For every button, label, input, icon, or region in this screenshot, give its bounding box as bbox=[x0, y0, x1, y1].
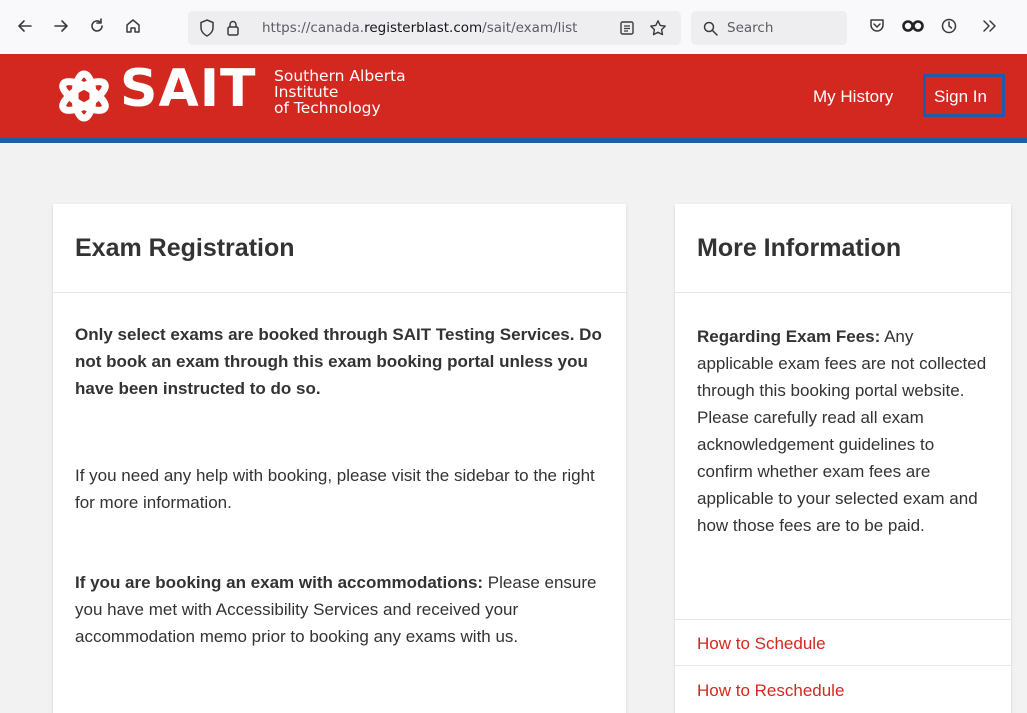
logo-subtitle-line: of Technology bbox=[274, 99, 381, 117]
card-divider bbox=[675, 665, 1011, 666]
accommodations-text: If you are booking an exam with accommod… bbox=[75, 569, 610, 650]
sign-in-link[interactable]: Sign In bbox=[934, 87, 987, 107]
help-text: If you need any help with booking, pleas… bbox=[75, 466, 595, 512]
url-text[interactable]: https://canada.registerblast.com/sait/ex… bbox=[262, 20, 577, 36]
how-to-schedule-link[interactable]: How to Schedule bbox=[697, 634, 826, 654]
site-header: SAIT Southern Alberta Institute of Techn… bbox=[0, 54, 1027, 143]
url-domain: registerblast.com bbox=[364, 20, 483, 36]
more-information-title: More Information bbox=[697, 234, 902, 262]
back-button[interactable] bbox=[10, 11, 40, 41]
url-path: /sait/exam/list bbox=[482, 20, 578, 36]
search-icon bbox=[702, 20, 718, 36]
extension-button[interactable] bbox=[898, 11, 928, 41]
bookmark-star-icon[interactable] bbox=[648, 18, 668, 38]
forward-arrow-icon bbox=[54, 20, 68, 32]
overflow-menu-button[interactable] bbox=[974, 11, 1004, 41]
card-divider bbox=[53, 292, 626, 293]
logo-subtitle: Southern Alberta Institute of Technology bbox=[274, 68, 406, 116]
reader-view-icon[interactable] bbox=[618, 19, 636, 37]
notice-text: Only select exams are booked through SAI… bbox=[75, 325, 602, 398]
exam-registration-title: Exam Registration bbox=[75, 234, 295, 262]
reload-button[interactable] bbox=[82, 11, 112, 41]
shield-icon[interactable] bbox=[198, 19, 216, 37]
home-button[interactable] bbox=[118, 11, 148, 41]
fees-body: Any applicable exam fees are not collect… bbox=[697, 327, 987, 535]
pocket-icon bbox=[870, 19, 884, 32]
how-to-reschedule-link[interactable]: How to Reschedule bbox=[697, 681, 844, 701]
logo-subtitle-line: Institute bbox=[274, 83, 339, 101]
logo-wordmark[interactable]: SAIT bbox=[120, 63, 257, 115]
infinity-mask-icon bbox=[902, 20, 924, 32]
reload-icon bbox=[91, 18, 103, 32]
search-placeholder: Search bbox=[727, 20, 774, 36]
url-prefix: https://canada. bbox=[262, 20, 365, 36]
card-divider bbox=[675, 292, 1011, 293]
history-button[interactable] bbox=[934, 11, 964, 41]
logo-subtitle-line: Southern Alberta bbox=[274, 67, 406, 85]
search-bar[interactable]: Search bbox=[691, 11, 847, 45]
url-bar[interactable]: https://canada.registerblast.com/sait/ex… bbox=[188, 11, 681, 45]
card-divider bbox=[675, 619, 1011, 620]
clock-icon bbox=[941, 18, 957, 34]
pocket-button[interactable] bbox=[862, 11, 892, 41]
browser-toolbar: https://canada.registerblast.com/sait/ex… bbox=[0, 0, 1027, 54]
forward-button[interactable] bbox=[46, 11, 76, 41]
accommodations-label: If you are booking an exam with accommod… bbox=[75, 573, 484, 592]
home-icon bbox=[126, 19, 140, 33]
fees-text: Regarding Exam Fees: Any applicable exam… bbox=[697, 323, 987, 539]
header-accent-stripe bbox=[0, 138, 1027, 143]
more-information-card: More Information Regarding Exam Fees: An… bbox=[675, 204, 1011, 713]
lock-icon[interactable] bbox=[224, 19, 242, 37]
exam-registration-card: Exam Registration Only select exams are … bbox=[53, 204, 626, 713]
sait-logo-mark-icon[interactable] bbox=[52, 68, 116, 124]
fees-label: Regarding Exam Fees: bbox=[697, 327, 881, 346]
back-arrow-icon bbox=[18, 20, 32, 32]
my-history-link[interactable]: My History bbox=[813, 87, 893, 107]
chevron-double-right-icon bbox=[983, 20, 996, 32]
